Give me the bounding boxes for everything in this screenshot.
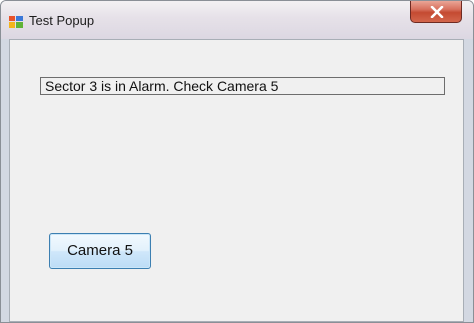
alarm-message-label: Sector 3 is in Alarm. Check Camera 5: [40, 77, 445, 95]
app-window-icon: [9, 15, 23, 28]
window-frame-right: [464, 39, 473, 322]
form-client-area: Sector 3 is in Alarm. Check Camera 5 Cam…: [9, 39, 464, 322]
camera-5-button[interactable]: Camera 5: [49, 233, 151, 269]
close-icon: [430, 6, 444, 18]
popup-window: Test Popup Sector 3 is in Alarm. Check C…: [0, 0, 474, 323]
title-bar[interactable]: Test Popup: [1, 1, 473, 39]
close-button[interactable]: [410, 1, 462, 23]
window-title: Test Popup: [29, 13, 95, 28]
window-frame-left: [1, 39, 9, 322]
